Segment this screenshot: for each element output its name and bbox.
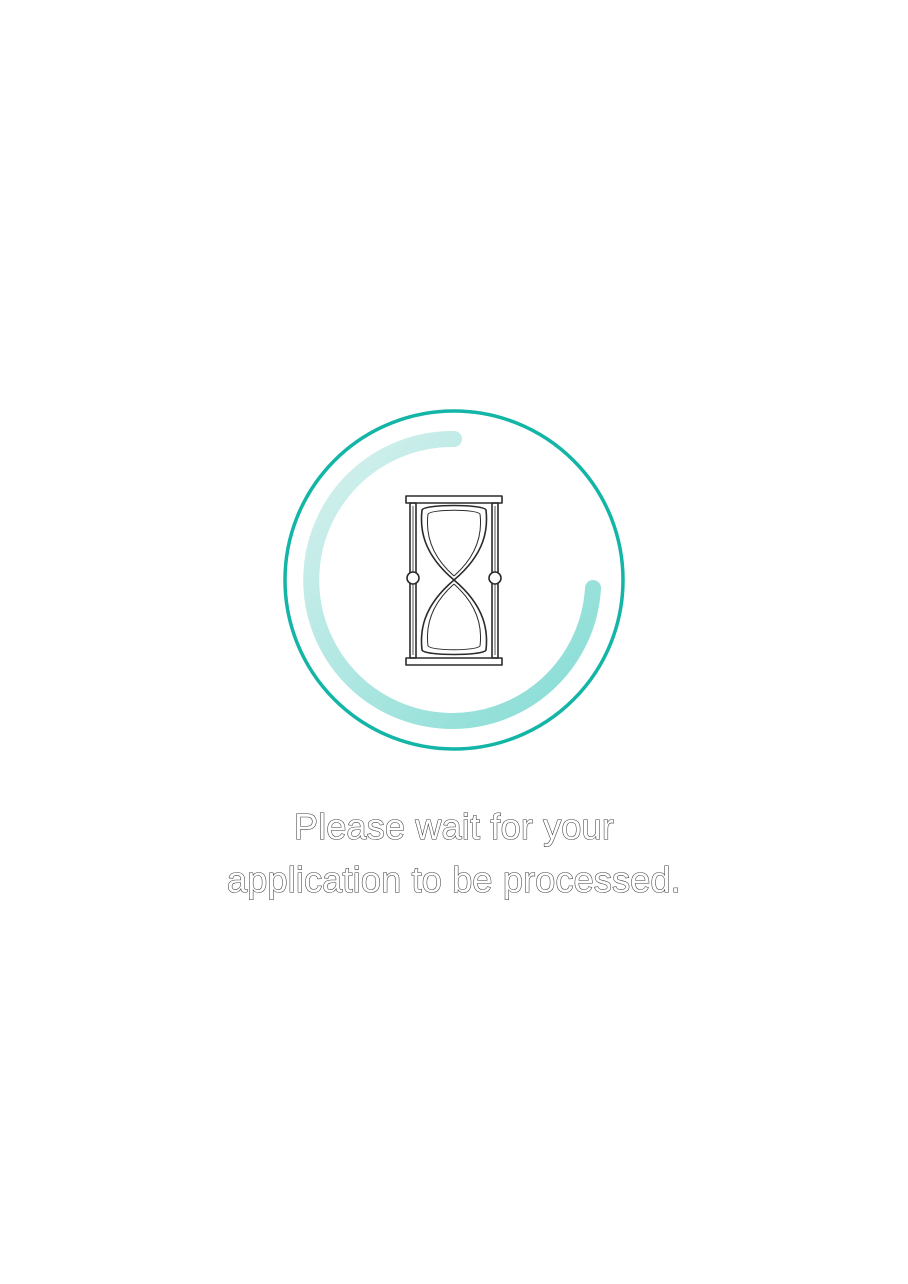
- loading-indicator: [282, 408, 626, 752]
- hourglass-icon: [405, 495, 503, 666]
- loader-progress-arc: [303, 430, 601, 729]
- processing-screen: { "status": { "line1": "Please wait for …: [0, 0, 908, 1284]
- message-line-2: application to be processed.: [226, 858, 681, 900]
- processing-message: Please wait for your application to be p…: [0, 800, 908, 906]
- loading-spinner: [283, 409, 625, 751]
- message-line-1: Please wait for your: [293, 805, 615, 847]
